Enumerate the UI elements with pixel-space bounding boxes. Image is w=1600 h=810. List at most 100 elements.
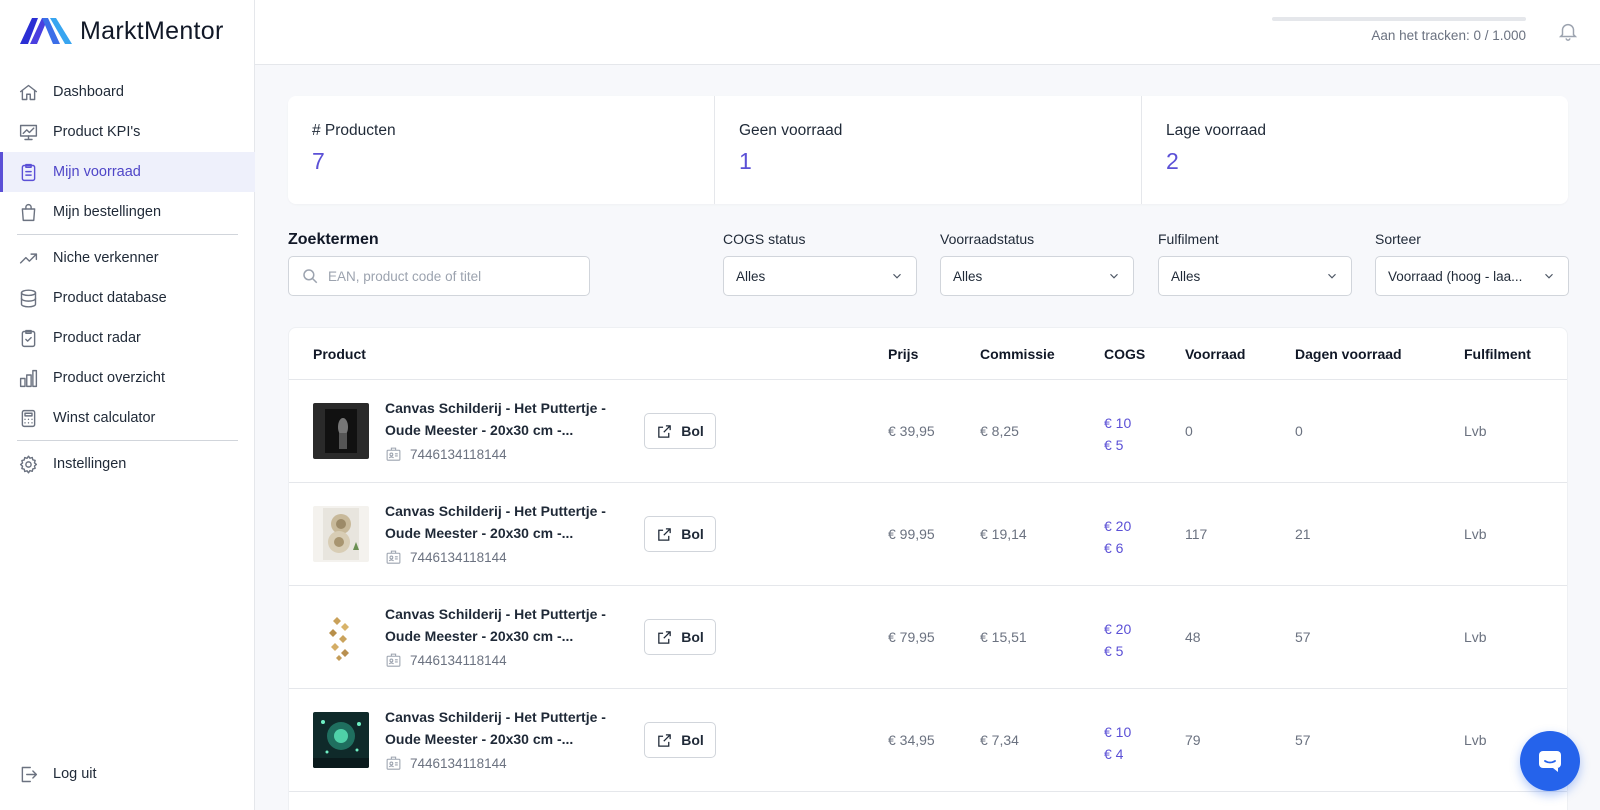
bol-link-button[interactable]: Bol: [644, 619, 716, 655]
product-name[interactable]: Canvas Schilderij - Het Puttertje - Oude…: [385, 706, 615, 750]
calculator-icon: [17, 407, 39, 429]
product-ean: 7446134118144: [385, 549, 507, 566]
sidebar-item-label: Mijn bestellingen: [53, 204, 162, 220]
product-ean: 7446134118144: [385, 446, 507, 463]
bol-link-button[interactable]: Bol: [644, 722, 716, 758]
sidebar-nav: Dashboard Product KPI's Mijn voorraad Mi…: [0, 72, 255, 484]
ean-value: 7446134118144: [410, 756, 507, 771]
search-input[interactable]: [328, 268, 568, 284]
external-link-icon: [658, 424, 672, 438]
cogs-value: € 5: [1104, 437, 1124, 453]
column-header-fulfilment[interactable]: Fulfilment: [1464, 346, 1531, 362]
app-name: MarktMentor: [80, 16, 224, 45]
shopping-bag-icon: [17, 201, 39, 223]
fulfilment-filter: Fulfilment Alles: [1158, 231, 1352, 296]
table-row[interactable]: Canvas Schilderij - Het Puttertje - Oude…: [289, 380, 1567, 483]
ean-value: 7446134118144: [410, 447, 507, 462]
cogs-value: € 20: [1104, 621, 1132, 637]
chevron-down-icon: [893, 273, 901, 279]
days-stock-cell: 57: [1295, 732, 1311, 748]
cogs-value: € 10: [1104, 415, 1132, 431]
sidebar-item-label: Product database: [53, 290, 167, 306]
fulfilment-select[interactable]: Alles: [1158, 256, 1352, 296]
column-header-cogs[interactable]: COGS: [1104, 346, 1145, 362]
sidebar-item-niche-verkenner[interactable]: Niche verkenner: [0, 238, 255, 278]
bol-link-button[interactable]: Bol: [644, 413, 716, 449]
product-name-line: Oude Meester - 20x30 cm -...: [385, 731, 574, 747]
cogs-status-select[interactable]: Alles: [723, 256, 917, 296]
chat-button[interactable]: [1520, 731, 1580, 791]
sidebar-item-product-overzicht[interactable]: Product overzicht: [0, 358, 255, 398]
cogs-cell[interactable]: € 20 € 6: [1104, 515, 1131, 559]
sidebar: MarktMentor Dashboard Product KPI's Mijn…: [0, 0, 255, 810]
sidebar-divider: [17, 440, 238, 441]
presentation-chart-icon: [17, 121, 39, 143]
table-row[interactable]: Canvas Schilderij - Het Puttertje - Oude…: [289, 689, 1567, 792]
product-name[interactable]: Canvas Schilderij - Het Puttertje - Oude…: [385, 397, 615, 441]
column-header-prijs[interactable]: Prijs: [888, 346, 918, 362]
sort-select[interactable]: Voorraad (hoog - laa...: [1375, 256, 1569, 296]
product-name-line: Oude Meester - 20x30 cm -...: [385, 628, 574, 644]
external-link-icon: [658, 630, 672, 644]
clipboard-list-icon: [17, 161, 39, 183]
voorraadstatus-select[interactable]: Alles: [940, 256, 1134, 296]
sidebar-item-instellingen[interactable]: Instellingen: [0, 444, 255, 484]
clipboard-check-icon: [17, 327, 39, 349]
sidebar-item-mijn-voorraad[interactable]: Mijn voorraad: [0, 152, 255, 192]
commission-cell: € 15,51: [980, 629, 1027, 645]
notification-bell-icon[interactable]: [1557, 20, 1581, 44]
cogs-value: € 20: [1104, 518, 1132, 534]
filter-label: Sorteer: [1375, 231, 1421, 247]
sidebar-item-dashboard[interactable]: Dashboard: [0, 72, 255, 112]
logout-button[interactable]: Log uit: [0, 754, 255, 794]
database-icon: [17, 287, 39, 309]
column-header-commissie[interactable]: Commissie: [980, 346, 1055, 362]
filter-label: COGS status: [723, 231, 806, 247]
cogs-cell[interactable]: € 20 € 5: [1104, 618, 1131, 662]
fulfilment-cell: Lvb: [1464, 732, 1487, 748]
sidebar-item-label: Product radar: [53, 330, 141, 346]
chevron-down-icon: [1328, 273, 1336, 279]
product-name-line: Oude Meester - 20x30 cm -...: [385, 525, 574, 541]
chevron-down-icon: [1545, 273, 1553, 279]
cogs-cell[interactable]: € 10 € 4: [1104, 721, 1131, 765]
inventory-table: Product Prijs Commissie COGS Voorraad Da…: [288, 327, 1568, 810]
bol-link-button[interactable]: Bol: [644, 516, 716, 552]
bol-button-label: Bol: [681, 526, 704, 542]
select-value: Alles: [953, 268, 983, 284]
stat-label: # Producten: [312, 122, 396, 139]
stat-lage-voorraad: Lage voorraad 2: [1142, 96, 1568, 204]
table-row[interactable]: Canvas Schilderij - Het Puttertje - Oude…: [289, 483, 1567, 586]
search-field[interactable]: [288, 256, 590, 296]
column-header-voorraad[interactable]: Voorraad: [1185, 346, 1245, 362]
stat-geen-voorraad: Geen voorraad 1: [715, 96, 1142, 204]
ean-value: 7446134118144: [410, 550, 507, 565]
commission-cell: € 7,34: [980, 732, 1019, 748]
sidebar-item-product-radar[interactable]: Product radar: [0, 318, 255, 358]
sidebar-item-product-kpis[interactable]: Product KPI's: [0, 112, 255, 152]
external-link-icon: [658, 733, 672, 747]
chevron-down-icon: [1110, 273, 1118, 279]
commission-cell: € 19,14: [980, 526, 1027, 542]
filter-label: Fulfilment: [1158, 231, 1219, 247]
sidebar-item-winst-calculator[interactable]: Winst calculator: [0, 398, 255, 438]
product-thumbnail: [313, 506, 369, 562]
table-row[interactable]: Canvas Schilderij - Het Puttertje - Oude…: [289, 586, 1567, 689]
ean-value: 7446134118144: [410, 653, 507, 668]
logo[interactable]: MarktMentor: [20, 16, 224, 46]
sidebar-item-product-database[interactable]: Product database: [0, 278, 255, 318]
cogs-cell[interactable]: € 10 € 5: [1104, 412, 1131, 456]
sidebar-item-label: Winst calculator: [53, 410, 156, 426]
logout-section: Log uit: [0, 754, 255, 794]
days-stock-cell: 57: [1295, 629, 1311, 645]
column-header-product[interactable]: Product: [313, 346, 366, 362]
product-name[interactable]: Canvas Schilderij - Het Puttertje - Oude…: [385, 500, 615, 544]
column-header-dagen-voorraad[interactable]: Dagen voorraad: [1295, 346, 1402, 362]
price-cell: € 99,95: [888, 526, 935, 542]
product-name[interactable]: Canvas Schilderij - Het Puttertje - Oude…: [385, 603, 615, 647]
stat-value: 7: [312, 148, 325, 174]
sidebar-item-mijn-bestellingen[interactable]: Mijn bestellingen: [0, 192, 255, 232]
stat-value: 2: [1166, 148, 1179, 174]
sort-filter: Sorteer Voorraad (hoog - laa...: [1375, 231, 1569, 296]
days-stock-cell: 21: [1295, 526, 1311, 542]
